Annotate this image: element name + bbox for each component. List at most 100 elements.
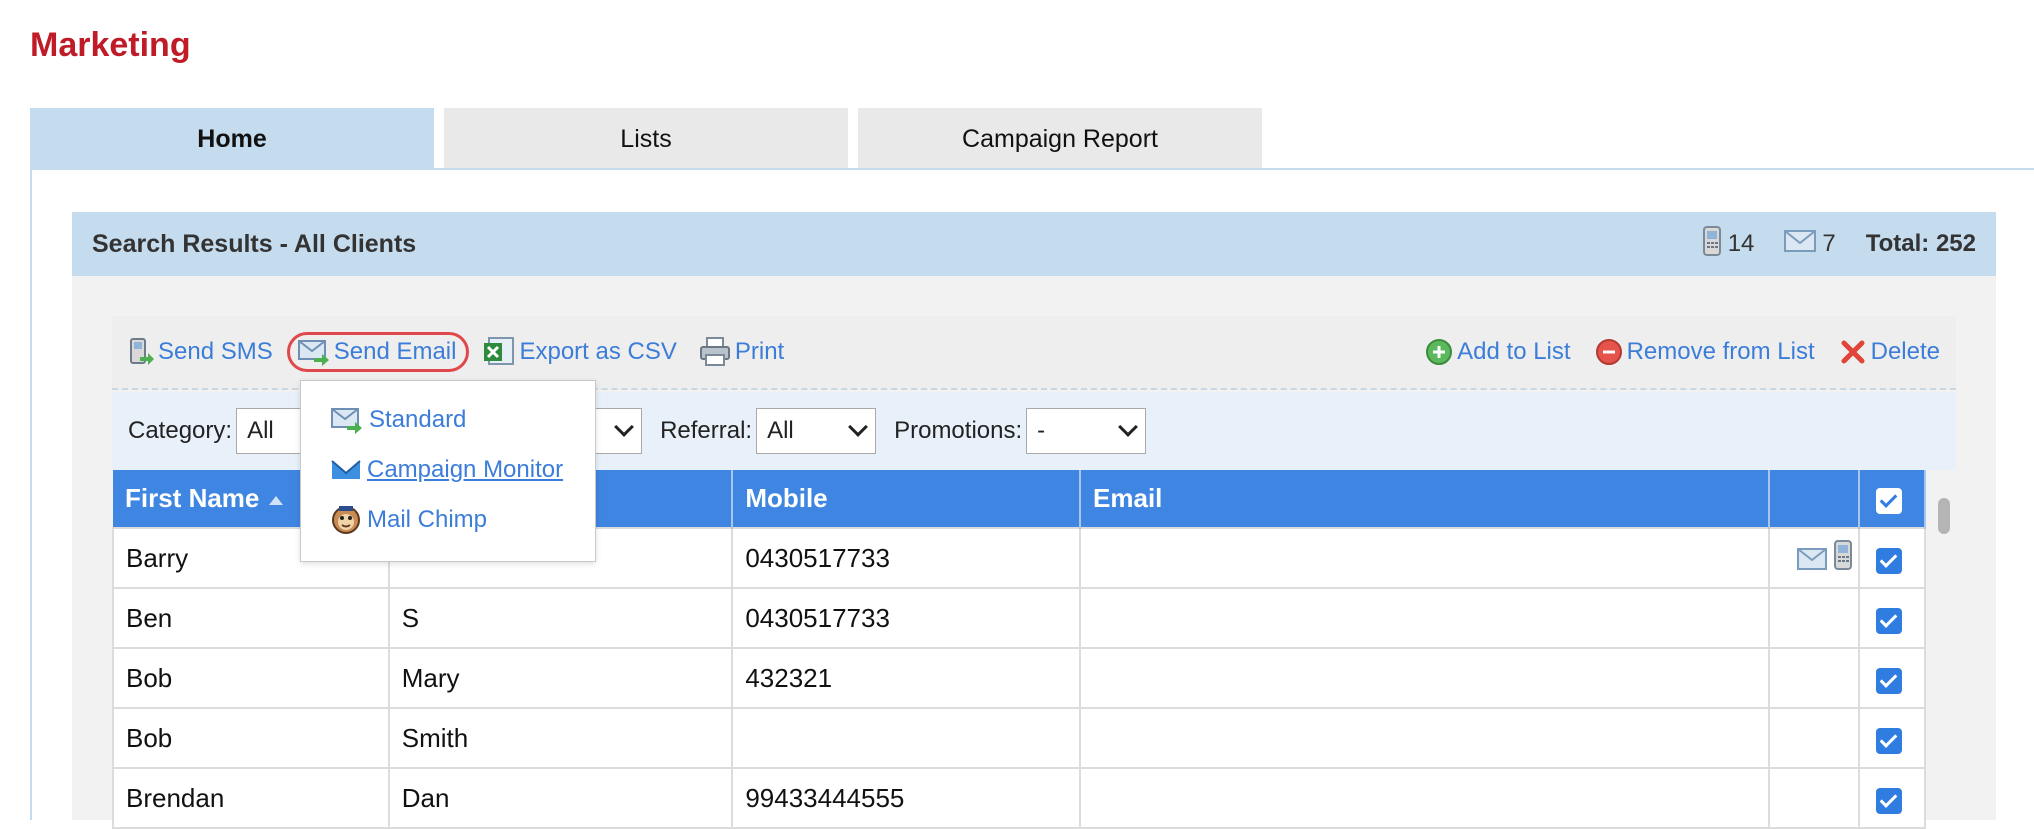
check-icon: [1880, 729, 1898, 748]
email-cell: [1079, 767, 1771, 829]
delete-label: Delete: [1870, 338, 1940, 365]
minus-circle-icon: [1595, 338, 1623, 366]
promotions-label: Promotions:: [894, 417, 1023, 444]
menu-item-campaign-monitor[interactable]: Campaign Monitor: [301, 445, 595, 495]
tab-home[interactable]: Home: [30, 108, 434, 170]
send-sms-button[interactable]: Send SMS: [128, 337, 273, 367]
action-toolbar: Send SMS Send Email Export as CSV Print …: [112, 316, 1956, 390]
check-icon: [1880, 789, 1898, 808]
sms-phone-icon: [128, 337, 154, 367]
row-checkbox[interactable]: [1875, 787, 1902, 814]
contact-icons-cell: [1768, 647, 1860, 709]
menu-item-campaign-monitor-label: Campaign Monitor: [367, 456, 564, 483]
tab-lists[interactable]: Lists: [444, 108, 848, 170]
plus-circle-icon: [1425, 338, 1453, 366]
mobile-icon: [1833, 539, 1852, 576]
row-checkbox[interactable]: [1875, 727, 1902, 754]
contact-icons-cell: [1768, 527, 1860, 589]
page-title: Marketing: [30, 26, 191, 64]
send-email-button[interactable]: Send Email: [286, 332, 470, 372]
first-name-cell: Brendan: [112, 767, 390, 829]
campaign-monitor-icon: [331, 459, 361, 481]
mobile-cell: 0430517733: [731, 527, 1082, 589]
envelope-icon: [1784, 229, 1817, 259]
table-scrollbar[interactable]: [1932, 470, 1956, 820]
mobile-cell: 432321: [731, 647, 1082, 709]
email-cell: [1079, 587, 1771, 649]
send-email-label: Send Email: [333, 338, 457, 365]
scrollbar-thumb[interactable]: [1938, 498, 1950, 534]
print-label: Print: [734, 338, 785, 365]
last-name-cell: S: [387, 587, 734, 649]
row-checkbox[interactable]: [1875, 667, 1902, 694]
delete-x-icon: [1839, 338, 1867, 366]
send-email-icon: [331, 406, 363, 434]
export-csv-button[interactable]: Export as CSV: [483, 337, 677, 367]
send-email-icon: [297, 338, 330, 366]
toolbar-right-group: Add to List Remove from List Delete: [1401, 338, 1940, 366]
table-row[interactable]: Bob Smith: [112, 707, 1927, 769]
add-to-list-button[interactable]: Add to List: [1425, 338, 1571, 366]
send-email-menu: Standard Campaign Monitor Mail Chimp: [300, 380, 596, 562]
promotions-value: -: [1037, 417, 1046, 444]
row-select-cell: [1857, 647, 1927, 709]
check-icon: [1880, 549, 1898, 568]
remove-from-list-label: Remove from List: [1626, 338, 1815, 365]
last-name-cell: Mary: [387, 647, 734, 709]
select-all-checkbox[interactable]: [1875, 488, 1902, 514]
category-value: All: [247, 417, 274, 444]
first-name-cell: Ben: [112, 587, 390, 649]
mobile-header[interactable]: Mobile: [732, 470, 1082, 528]
promotions-select[interactable]: -: [1026, 408, 1147, 454]
remove-from-list-button[interactable]: Remove from List: [1595, 338, 1815, 366]
referral-label: Referral:: [660, 417, 753, 444]
contact-icons-cell: [1768, 707, 1860, 769]
menu-item-standard[interactable]: Standard: [301, 395, 595, 445]
check-icon: [1880, 490, 1898, 508]
envelope-icon: [1796, 546, 1827, 576]
results-title: Search Results - All Clients: [92, 229, 417, 258]
last-name-cell: Dan: [387, 767, 734, 829]
email-count: 7: [1822, 230, 1836, 257]
mailchimp-icon: [331, 504, 361, 536]
email-cell: [1079, 707, 1771, 769]
category-label: Category:: [128, 417, 233, 444]
tab-campaign-report[interactable]: Campaign Report: [858, 108, 1262, 170]
print-button[interactable]: Print: [699, 337, 784, 367]
row-select-cell: [1857, 587, 1927, 649]
referral-value: All: [767, 417, 794, 444]
chevron-down-icon: [848, 417, 868, 437]
export-csv-label: Export as CSV: [519, 338, 677, 365]
row-select-cell: [1857, 527, 1927, 589]
total-count: Total: 252: [1865, 230, 1976, 257]
send-sms-label: Send SMS: [158, 338, 273, 365]
excel-icon: [483, 337, 515, 367]
first-name-cell: Bob: [112, 707, 390, 769]
first-name-cell: Bob: [112, 647, 390, 709]
referral-select[interactable]: All: [756, 408, 877, 454]
row-checkbox[interactable]: [1875, 607, 1902, 634]
sort-ascending-icon: [269, 495, 284, 505]
select-all-header: [1858, 470, 1927, 528]
email-header[interactable]: Email: [1080, 470, 1771, 528]
contact-icons-cell: [1768, 587, 1860, 649]
check-icon: [1880, 669, 1898, 688]
chevron-down-icon: [1118, 417, 1139, 437]
last-name-cell: Smith: [387, 707, 734, 769]
row-select-cell: [1857, 707, 1927, 769]
check-icon: [1880, 609, 1898, 628]
table-row[interactable]: Brendan Dan 99433444555: [112, 767, 1927, 829]
mobile-cell: [731, 707, 1082, 769]
row-checkbox[interactable]: [1875, 547, 1902, 574]
table-row[interactable]: Bob Mary 432321: [112, 647, 1927, 709]
results-header: Search Results - All Clients 14 7 Total:…: [72, 212, 1996, 276]
table-row[interactable]: Ben S 0430517733: [112, 587, 1927, 649]
mobile-count: 14: [1727, 230, 1755, 257]
tab-bar: Home Lists Campaign Report: [30, 108, 2034, 173]
menu-item-standard-label: Standard: [369, 406, 467, 433]
results-counts: 14 7 Total: 252: [1702, 225, 1976, 264]
delete-button[interactable]: Delete: [1839, 338, 1940, 366]
contact-icons-header: [1769, 470, 1860, 528]
email-cell: [1079, 647, 1771, 709]
menu-item-mail-chimp[interactable]: Mail Chimp: [301, 495, 595, 545]
